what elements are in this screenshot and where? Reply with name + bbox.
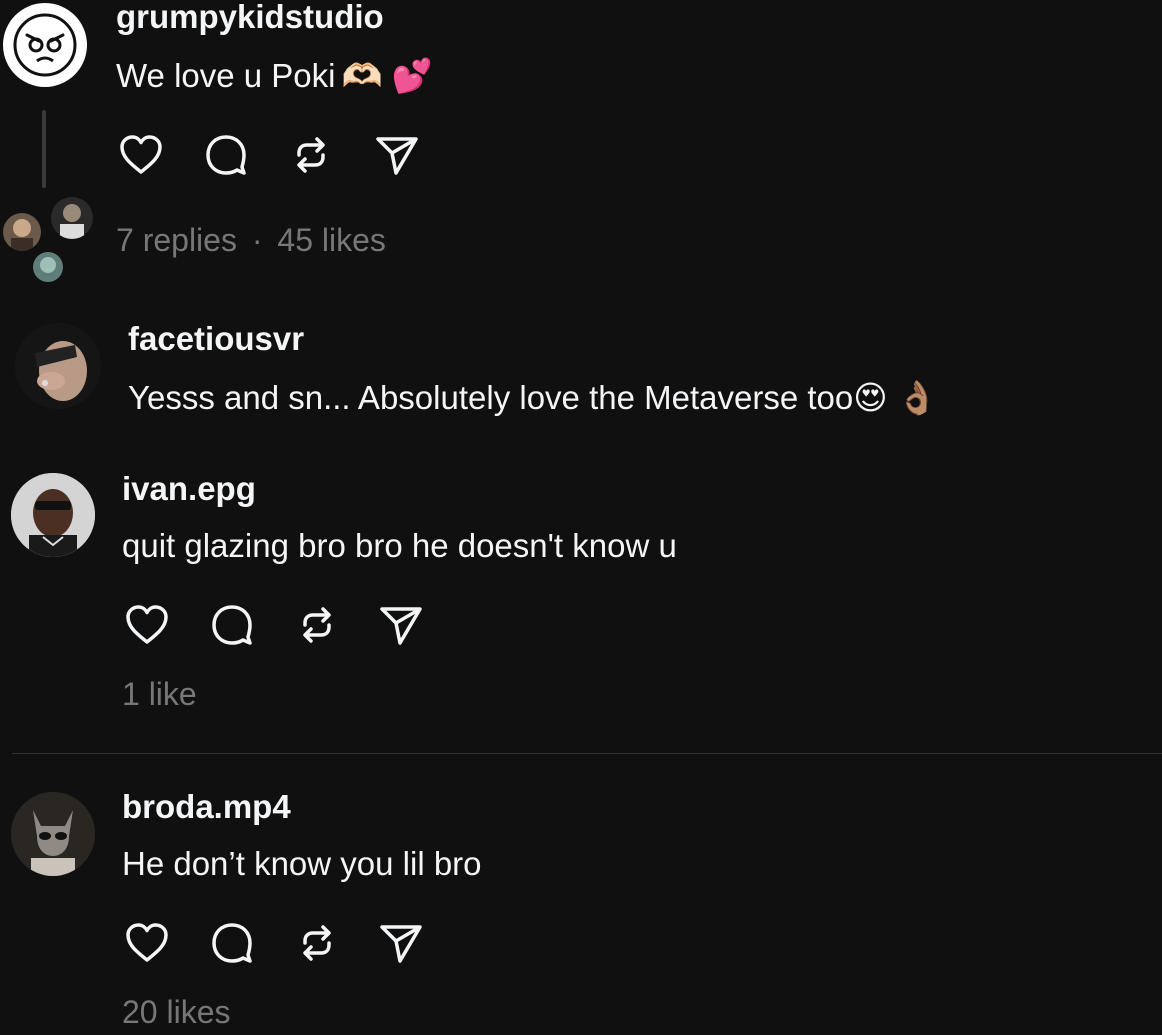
username[interactable]: ivan.epg xyxy=(122,470,256,508)
username[interactable]: grumpykidstudio xyxy=(116,0,384,36)
username[interactable]: broda.mp4 xyxy=(122,788,291,826)
avatar-facetiousvr[interactable] xyxy=(15,323,101,409)
comment-text: We love u Poki 🫶🏻 💕 xyxy=(116,57,433,94)
repost-icon[interactable] xyxy=(287,131,335,179)
divider xyxy=(12,753,1162,754)
likes-count[interactable]: 45 likes xyxy=(277,222,386,258)
username[interactable]: facetiousvr xyxy=(128,320,304,358)
separator: · xyxy=(251,222,263,258)
avatar-broda-mp4[interactable] xyxy=(11,792,95,876)
heart-icon[interactable] xyxy=(123,919,171,967)
comment-icon[interactable] xyxy=(208,601,256,649)
repost-icon[interactable] xyxy=(293,919,341,967)
comment-icon[interactable] xyxy=(202,131,250,179)
replies-count[interactable]: 7 replies xyxy=(116,222,237,258)
comment-text: quit glazing bro bro he doesn't know u xyxy=(122,527,677,564)
likes-count[interactable]: 1 like xyxy=(122,676,197,713)
share-icon[interactable] xyxy=(372,131,420,179)
share-icon[interactable] xyxy=(376,601,424,649)
thread-line xyxy=(42,110,46,188)
heart-icon[interactable] xyxy=(123,601,171,649)
likes-count[interactable]: 20 likes xyxy=(122,994,231,1031)
reply-avatar xyxy=(51,197,93,239)
comment-stats: 7 replies · 45 likes xyxy=(116,222,386,259)
emoji: 😍 👌🏽 xyxy=(853,379,938,416)
share-icon[interactable] xyxy=(376,919,424,967)
heart-icon[interactable] xyxy=(117,131,165,179)
avatar-ivan-epg[interactable] xyxy=(11,473,95,557)
reply-avatar xyxy=(33,252,63,282)
comment-icon[interactable] xyxy=(208,919,256,967)
reply-avatar xyxy=(3,213,41,251)
repost-icon[interactable] xyxy=(293,601,341,649)
comment-text: He don’t know you lil bro xyxy=(122,845,482,882)
avatar-grumpykidstudio[interactable] xyxy=(3,3,87,87)
emoji: 🫶🏻 💕 xyxy=(341,57,433,94)
comment-text: Yesss and sn... Absolutely love the Meta… xyxy=(128,379,938,416)
